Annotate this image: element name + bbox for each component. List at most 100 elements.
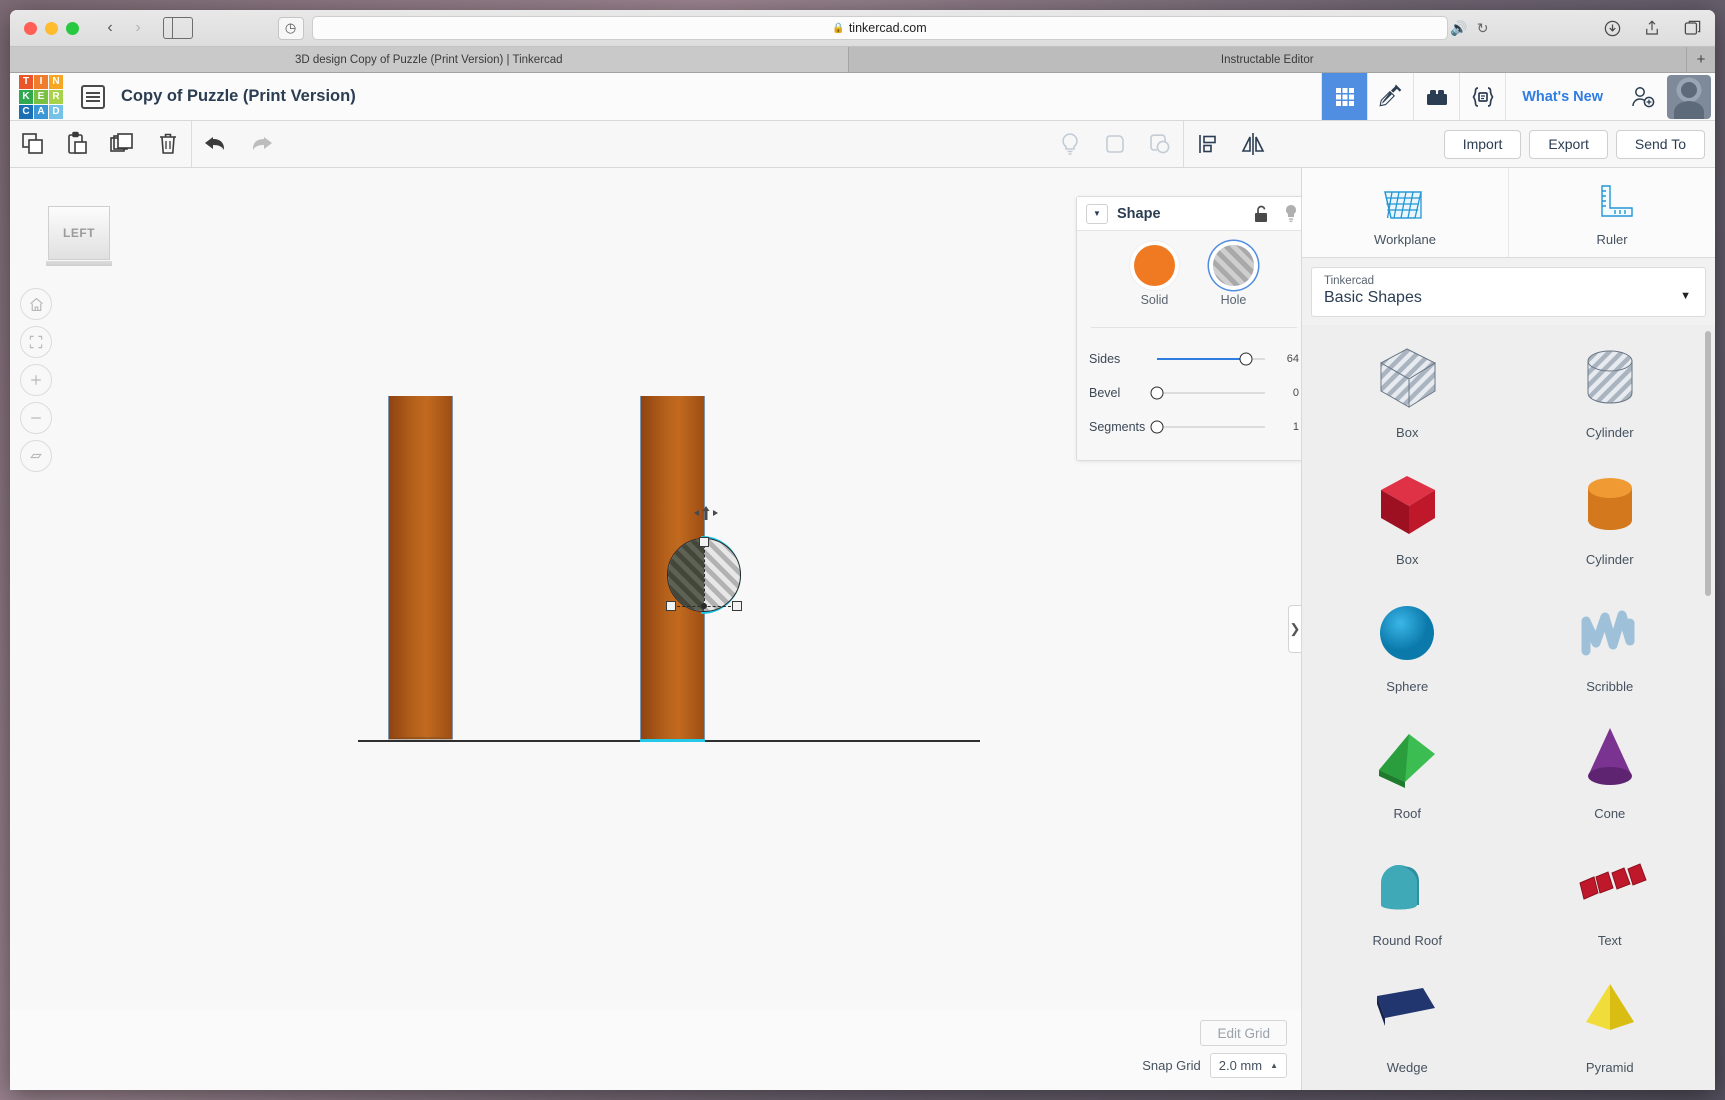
undo-icon[interactable]: [193, 121, 238, 167]
snap-grid-value: 2.0 mm: [1218, 1058, 1263, 1073]
sidebar-scrollbar[interactable]: [1705, 331, 1711, 596]
delete-icon[interactable]: [145, 121, 190, 167]
reload-icon[interactable]: ↻: [1477, 20, 1489, 37]
blocks-brick-icon[interactable]: [1413, 73, 1459, 120]
shape-item-cone[interactable]: Cone: [1509, 714, 1712, 841]
shape-item-scribble[interactable]: Scribble: [1509, 587, 1712, 714]
whats-new-link[interactable]: What's New: [1505, 73, 1619, 120]
paste-icon[interactable]: [55, 121, 100, 167]
export-button[interactable]: Export: [1529, 129, 1608, 159]
lightbulb-icon[interactable]: [1047, 121, 1092, 167]
hole-swatch[interactable]: [1213, 245, 1254, 286]
app-header: T I N K E R C A D Copy of Puzzle (Print …: [10, 73, 1715, 121]
redo-icon[interactable]: [238, 121, 283, 167]
window-controls[interactable]: [24, 21, 79, 35]
shape-item-wedge[interactable]: Wedge: [1306, 968, 1509, 1090]
grid-view-icon[interactable]: [1321, 73, 1368, 120]
workplane-icon: [1384, 191, 1422, 219]
shape-item-box-hole[interactable]: Box: [1306, 333, 1509, 460]
snap-grid-select[interactable]: 2.0 mm ▲: [1209, 1053, 1287, 1078]
slider-sides[interactable]: Sides 64: [1089, 342, 1299, 376]
resize-handle-top[interactable]: [699, 537, 709, 547]
copy-icon[interactable]: [10, 121, 55, 167]
group-icon[interactable]: [1092, 121, 1137, 167]
zoom-in-icon[interactable]: [20, 364, 52, 396]
minimize-window-button[interactable]: [45, 21, 58, 35]
send-to-button[interactable]: Send To: [1615, 129, 1705, 159]
lightbulb-icon[interactable]: [1283, 204, 1299, 223]
shape-item-cylinder-hole[interactable]: Cylinder: [1509, 333, 1712, 460]
edit-grid-button[interactable]: Edit Grid: [1200, 1020, 1287, 1046]
resize-handle-right[interactable]: [732, 601, 742, 611]
browser-tab-tinkercad[interactable]: 3D design Copy of Puzzle (Print Version)…: [10, 47, 849, 72]
rotate-handle-icon[interactable]: [693, 506, 718, 520]
sidebar-tool-workplane-label: Workplane: [1374, 232, 1436, 247]
zoom-out-icon[interactable]: [20, 402, 52, 434]
history-clock-icon[interactable]: ◷: [277, 16, 304, 40]
shape-item-text[interactable]: Text: [1509, 841, 1712, 968]
duplicate-icon[interactable]: [100, 121, 145, 167]
shape-library-select[interactable]: Tinkercad Basic Shapes ▼: [1311, 267, 1706, 317]
mode-hole[interactable]: Hole: [1213, 245, 1254, 307]
logo-letter-r: R: [49, 89, 63, 104]
shape-item-cylinder[interactable]: Cylinder: [1509, 460, 1712, 587]
shape-item-round-roof[interactable]: Round Roof: [1306, 841, 1509, 968]
solid-bar-left[interactable]: [388, 396, 453, 739]
unlock-icon[interactable]: [1253, 205, 1269, 223]
codeblocks-hammer-icon[interactable]: [1367, 73, 1413, 120]
ortho-perspective-icon[interactable]: [20, 440, 52, 472]
cylinder-hole-icon: [1568, 339, 1652, 417]
sidebar-toggle-icon[interactable]: [163, 17, 193, 39]
align-icon[interactable]: [1185, 121, 1230, 167]
forward-button[interactable]: ›: [125, 17, 151, 40]
code-braces-icon[interactable]: [1459, 73, 1505, 120]
mirror-icon[interactable]: [1230, 121, 1275, 167]
shape-item-label: Box: [1396, 552, 1419, 567]
downloads-icon[interactable]: [1601, 17, 1623, 39]
mode-solid[interactable]: Solid: [1134, 245, 1175, 307]
new-tab-overview-icon[interactable]: [1681, 17, 1703, 39]
shape-item-sphere[interactable]: Sphere: [1306, 587, 1509, 714]
view-cube[interactable]: LEFT: [46, 206, 112, 266]
slider-sides-track[interactable]: [1157, 352, 1265, 366]
invite-user-icon[interactable]: [1619, 73, 1667, 120]
collapse-panel-arrow[interactable]: ❯: [1288, 605, 1301, 653]
slider-bevel-track[interactable]: [1150, 386, 1265, 400]
sidebar-tool-ruler-label: Ruler: [1596, 232, 1628, 247]
back-button[interactable]: ‹: [97, 17, 123, 40]
shape-item-label: Pyramid: [1585, 1060, 1634, 1075]
avatar[interactable]: [1667, 75, 1711, 119]
ungroup-icon[interactable]: [1137, 121, 1182, 167]
browser-tab-instructable[interactable]: Instructable Editor: [848, 47, 1687, 72]
project-list-icon[interactable]: [81, 84, 105, 109]
share-icon[interactable]: [1641, 17, 1663, 39]
maximize-window-button[interactable]: [66, 21, 79, 35]
import-button[interactable]: Import: [1443, 129, 1522, 159]
slider-segments[interactable]: Segments 1: [1089, 410, 1299, 444]
audio-playing-icon[interactable]: 🔊: [1450, 20, 1467, 37]
slider-bevel-label: Bevel: [1089, 386, 1121, 400]
mode-solid-label: Solid: [1140, 293, 1169, 307]
home-view-icon[interactable]: [20, 288, 52, 320]
slider-segments-track[interactable]: [1150, 420, 1265, 434]
sidebar-tool-ruler[interactable]: Ruler: [1508, 168, 1715, 257]
solid-swatch[interactable]: [1134, 245, 1175, 286]
slider-bevel[interactable]: Bevel 0: [1089, 376, 1299, 410]
shape-item-roof[interactable]: Roof: [1306, 714, 1509, 841]
shape-item-pyramid[interactable]: Pyramid: [1509, 968, 1712, 1090]
3d-viewport[interactable]: LEFT ❯ ▼ Shape Solid Hole Sides 64 Bevel…: [10, 168, 1302, 1090]
tinkercad-logo[interactable]: T I N K E R C A D: [19, 74, 63, 119]
close-window-button[interactable]: [24, 21, 37, 35]
library-owner: Tinkercad: [1324, 275, 1375, 287]
new-tab-button[interactable]: +: [1687, 47, 1715, 72]
fit-all-icon[interactable]: [20, 326, 52, 358]
chevron-down-icon[interactable]: ▼: [1086, 203, 1108, 224]
shape-item-box[interactable]: Box: [1306, 460, 1509, 587]
sidebar-tool-workplane[interactable]: Workplane: [1302, 168, 1508, 257]
browser-window: ‹ › ◷ 🔒 tinkercad.com 🔊 ↻ 3D design Copy…: [10, 10, 1715, 1090]
tab-strip: 3D design Copy of Puzzle (Print Version)…: [10, 47, 1715, 73]
resize-handle-left[interactable]: [666, 601, 676, 611]
address-bar[interactable]: 🔒 tinkercad.com 🔊 ↻: [311, 16, 1489, 40]
sidebar-tools: Workplane Ruler: [1302, 168, 1715, 258]
shape-library-grid[interactable]: Box Cylinder Box Cylinder Sphere Scribbl…: [1302, 325, 1715, 1090]
